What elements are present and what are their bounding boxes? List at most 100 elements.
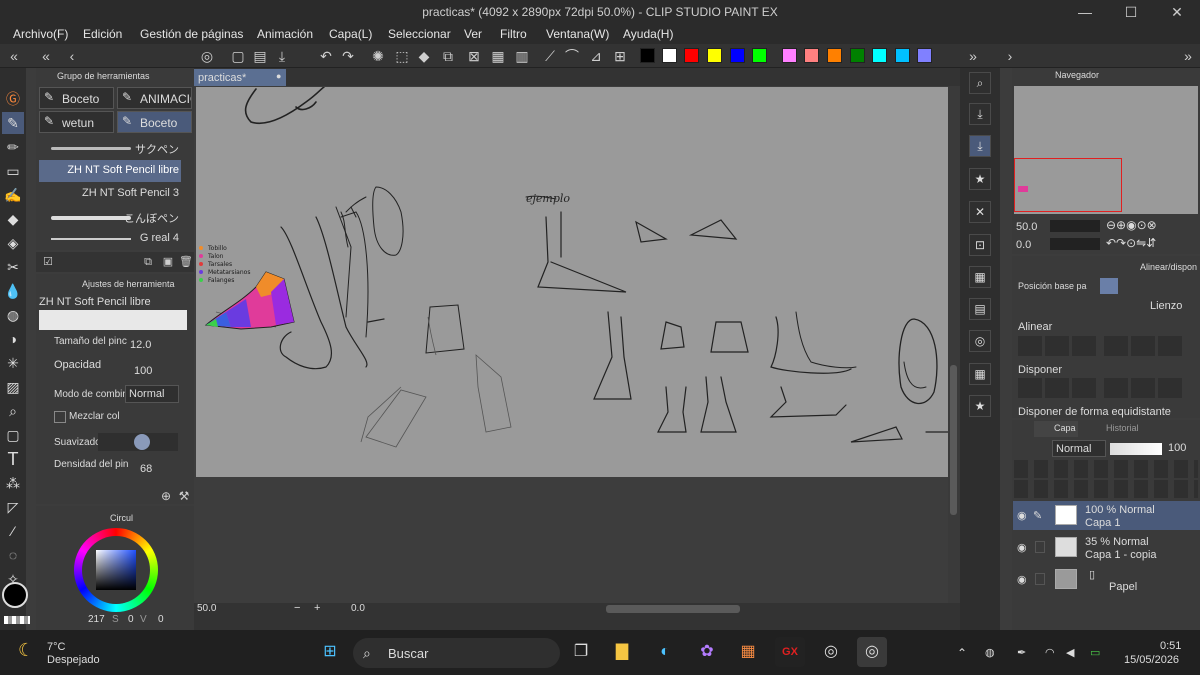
density-value[interactable]: 68 bbox=[140, 463, 152, 475]
subtool-group-boceto-2[interactable]: ✎ Boceto bbox=[117, 111, 192, 133]
subtool-delete-icon[interactable]: 🗑 bbox=[176, 252, 196, 272]
color-swatch-orange[interactable] bbox=[827, 48, 842, 63]
menu-file[interactable]: Archivo(F) bbox=[13, 24, 68, 44]
saturation-value-square[interactable] bbox=[96, 550, 136, 590]
text-tool-icon[interactable]: T bbox=[2, 448, 24, 470]
page-icon[interactable]: ▤ bbox=[969, 298, 991, 320]
tab-history[interactable]: Historial bbox=[1082, 421, 1142, 437]
clock-time[interactable]: 0:51 bbox=[1160, 640, 1181, 652]
layer-opacity-value[interactable]: 100 bbox=[1168, 442, 1186, 454]
brush-item[interactable]: G real 4 bbox=[39, 229, 181, 249]
collapse-left-3-icon[interactable]: ‹ bbox=[62, 46, 82, 66]
wifi-icon[interactable]: ◠ bbox=[1045, 646, 1055, 659]
invert-selection-icon[interactable]: ▥ bbox=[512, 46, 532, 66]
close-panel-icon[interactable]: ✕ bbox=[969, 201, 991, 223]
eraser-tool-icon[interactable]: ▭ bbox=[2, 160, 24, 182]
color-swatch-salmon[interactable] bbox=[804, 48, 819, 63]
layer-blend-select[interactable]: Normal bbox=[1052, 440, 1106, 457]
canvas-angle-value[interactable]: 0.0 bbox=[351, 603, 365, 614]
brush-item-selected[interactable]: ZH NT Soft Pencil libre bbox=[39, 160, 181, 182]
document-tab[interactable]: practicas* ● bbox=[194, 69, 286, 86]
fill-icon[interactable]: ◆ bbox=[414, 46, 434, 66]
menu-edit[interactable]: Edición bbox=[83, 24, 122, 44]
battery-icon[interactable]: ▭ bbox=[1090, 646, 1100, 659]
fill-tool-icon[interactable]: ◆ bbox=[2, 208, 24, 230]
tab-close-icon[interactable]: ● bbox=[276, 71, 281, 81]
decoration-tool-icon[interactable]: ✂ bbox=[2, 256, 24, 278]
subtool-group-animacion[interactable]: ✎ ANIMACIO bbox=[117, 87, 192, 109]
navigator-buttons-icon[interactable]: ⊖⊕◉⊙⊗ bbox=[1106, 218, 1157, 232]
color-swatch-lavender[interactable] bbox=[917, 48, 932, 63]
grid-icon[interactable]: ▦ bbox=[969, 363, 991, 385]
figure-tool-icon[interactable]: ◍ bbox=[2, 304, 24, 326]
pen-tool-icon[interactable]: ✎ bbox=[2, 112, 24, 134]
vertical-scroll-thumb[interactable] bbox=[950, 365, 957, 515]
navigator-zoom-value[interactable]: 50.0 bbox=[1016, 221, 1037, 233]
brush-item[interactable]: サクペン bbox=[39, 137, 181, 159]
rectangle-select-icon[interactable]: ▢ bbox=[2, 424, 24, 446]
size-value[interactable]: 12.0 bbox=[130, 339, 151, 351]
maximize-button[interactable]: ☐ bbox=[1108, 0, 1154, 24]
menu-animation[interactable]: Animación bbox=[257, 24, 313, 44]
menu-page-management[interactable]: Gestión de páginas bbox=[140, 24, 243, 44]
subtool-group-boceto[interactable]: ✎ Boceto bbox=[39, 87, 114, 109]
select-all-icon[interactable]: ▦ bbox=[488, 46, 508, 66]
tab-layer[interactable]: Capa bbox=[1034, 421, 1078, 437]
navigator-zoom-slider[interactable] bbox=[1050, 220, 1100, 232]
brush-item[interactable]: ZH NT Soft Pencil 3 bbox=[39, 183, 181, 205]
align-horizontal-buttons[interactable] bbox=[1018, 336, 1096, 356]
layer-row[interactable]: ◉ 35 % Normal Capa 1 - copia bbox=[1013, 533, 1200, 562]
import-icon[interactable]: ⤓ bbox=[969, 103, 991, 125]
color-swatch-dark-green[interactable] bbox=[850, 48, 865, 63]
layer-lock-box[interactable] bbox=[1035, 573, 1045, 585]
download-icon[interactable]: ⤓ bbox=[969, 135, 991, 157]
align-vertical-buttons[interactable] bbox=[1104, 336, 1182, 356]
color-swatch-pink[interactable] bbox=[782, 48, 797, 63]
layer-lock-box[interactable] bbox=[1035, 541, 1045, 553]
distribute-horizontal-buttons[interactable] bbox=[1018, 378, 1096, 398]
pen-stabilizer-icon[interactable]: ⌒ bbox=[562, 46, 582, 66]
eyedropper-tool-icon[interactable]: ⌕ bbox=[2, 400, 24, 422]
edge-browser-icon[interactable]: ◐ bbox=[650, 637, 680, 667]
menu-window[interactable]: Ventana(W) bbox=[546, 24, 609, 44]
task-view-icon[interactable]: ❐ bbox=[566, 637, 596, 667]
auto-select-icon[interactable]: ✳ bbox=[2, 352, 24, 374]
main-color-swatch[interactable] bbox=[2, 582, 28, 608]
undo-icon[interactable]: ↶ bbox=[316, 46, 336, 66]
ruler-icon[interactable]: ⟋ bbox=[540, 46, 560, 66]
balloon-tool-icon[interactable]: ⁂ bbox=[2, 472, 24, 494]
layer-row-paper[interactable]: ◉ ▯ Papel bbox=[1013, 565, 1200, 594]
star-material-icon[interactable]: ★ bbox=[969, 395, 991, 417]
navigator-rotate-buttons-icon[interactable]: ↶↷⊙⇋⇵ bbox=[1106, 236, 1156, 250]
spiral-icon[interactable]: ◎ bbox=[969, 330, 991, 352]
mix-color-checkbox[interactable] bbox=[54, 411, 66, 423]
menu-help[interactable]: Ayuda(H) bbox=[623, 24, 673, 44]
windows-start-icon[interactable]: ⊞ bbox=[315, 637, 345, 667]
gradient-tool-icon[interactable]: ▨ bbox=[2, 376, 24, 398]
transform-icon[interactable]: ⧉ bbox=[438, 46, 458, 66]
zoom-in-icon[interactable]: + bbox=[314, 602, 320, 614]
redo-icon[interactable]: ↷ bbox=[338, 46, 358, 66]
opacity-value[interactable]: 100 bbox=[134, 365, 152, 377]
reset-icon[interactable]: ⊕ bbox=[156, 486, 176, 506]
zoom-out-icon[interactable]: − bbox=[294, 602, 300, 614]
eye-icon[interactable]: ◉ bbox=[1017, 541, 1027, 554]
eye-icon[interactable]: ◉ bbox=[1017, 509, 1027, 522]
new-file-icon[interactable]: ▢ bbox=[228, 46, 248, 66]
copilot-icon[interactable]: ✿ bbox=[692, 637, 722, 667]
canvas-paper[interactable]: Tobillo Talon Tarsales Metatarsianos Fal… bbox=[196, 87, 948, 477]
color-swatch-white[interactable] bbox=[662, 48, 677, 63]
deselect-icon[interactable]: ⊠ bbox=[464, 46, 484, 66]
layer-command-icons[interactable] bbox=[1014, 480, 1198, 498]
distribute-vertical-buttons[interactable] bbox=[1104, 378, 1182, 398]
clip-studio-paint-taskbar-icon[interactable]: ◎ bbox=[857, 637, 887, 667]
taskbar-search[interactable]: ⌕ Buscar bbox=[353, 638, 560, 668]
color-swatch-cyan[interactable] bbox=[872, 48, 887, 63]
layer-row-selected[interactable]: ◉ ✎ 100 % Normal Capa 1 bbox=[1013, 501, 1200, 530]
grid-material-icon[interactable]: ▦ bbox=[969, 266, 991, 288]
close-button[interactable]: ✕ bbox=[1154, 0, 1200, 24]
search-icon[interactable]: ⌕ bbox=[969, 72, 991, 94]
color-swatch-black[interactable] bbox=[640, 48, 655, 63]
clear-outside-icon[interactable]: ⬚ bbox=[392, 46, 412, 66]
material-icon[interactable]: ⊡ bbox=[969, 234, 991, 256]
